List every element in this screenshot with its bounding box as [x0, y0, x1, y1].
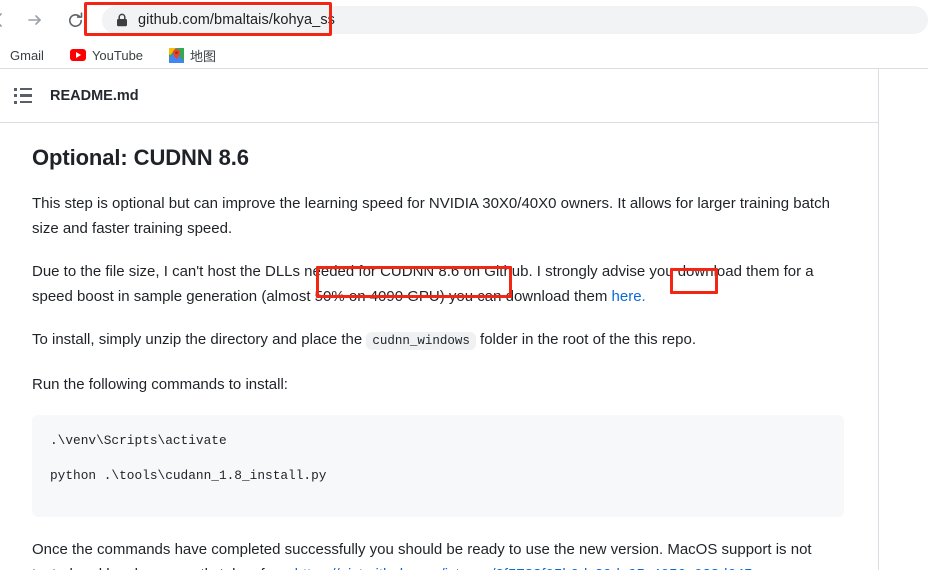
inline-code-cudnn-windows: cudnn_windows: [366, 332, 476, 350]
forward-arrow-icon: [28, 15, 41, 25]
back-button[interactable]: [0, 5, 14, 35]
file-header: README.md: [0, 69, 878, 123]
here-link[interactable]: here.: [612, 288, 646, 305]
outline-list-icon[interactable]: [14, 87, 32, 104]
paragraph-final: Once the commands have completed success…: [32, 537, 844, 570]
paragraph-install-text-before: To install, simply unzip the directory a…: [32, 331, 367, 348]
paragraph-intro: This step is optional but can improve th…: [32, 195, 830, 237]
google-maps-icon: [169, 47, 185, 63]
paragraph-install-text-after: folder in the root of the this repo.: [475, 331, 697, 348]
bookmark-youtube-label: YouTube: [91, 47, 144, 63]
browser-window: github.com/bmaltais/kohya_ss Gmail YouTu…: [0, 0, 928, 570]
lock-icon[interactable]: [116, 13, 128, 27]
address-bar[interactable]: github.com/bmaltais/kohya_ss: [102, 6, 928, 34]
youtube-icon: [69, 49, 86, 61]
paragraph-download: Due to the file size, I can't host the D…: [32, 259, 844, 309]
code-block[interactable]: .\venv\Scripts\activate python .\tools\c…: [32, 415, 844, 517]
address-bar-url[interactable]: github.com/bmaltais/kohya_ss: [138, 12, 335, 28]
bookmark-gmail-label: Gmail: [10, 47, 44, 63]
bookmark-youtube[interactable]: YouTube: [64, 46, 149, 65]
readme-body: Optional: CUDNN 8.6 This step is optiona…: [0, 123, 878, 570]
browser-toolbar: github.com/bmaltais/kohya_ss: [0, 0, 928, 40]
paragraph-commands-intro: Run the following commands to install:: [32, 376, 288, 393]
code-line-install: python .\tools\cudann_1.8_install.py: [50, 468, 327, 483]
gpu-speed-note: (almost 50% on 4090 GPU): [261, 288, 445, 305]
file-name: README.md: [50, 87, 139, 104]
omnibox-container: github.com/bmaltais/kohya_ss: [102, 6, 928, 34]
back-arrow-icon: [0, 13, 2, 27]
paragraph-download-text-middle: you can download them: [444, 288, 612, 305]
reload-icon: [68, 11, 82, 27]
bookmark-gmail[interactable]: Gmail: [4, 46, 50, 65]
reload-button[interactable]: [60, 5, 90, 35]
section-heading: Optional: CUDNN 8.6: [32, 145, 249, 170]
bookmark-maps[interactable]: 地图: [163, 44, 222, 67]
code-line-activate: .\venv\Scripts\activate: [50, 433, 227, 448]
paragraph-install: To install, simply unzip the directory a…: [32, 327, 844, 354]
bookmark-maps-label: 地图: [190, 48, 217, 64]
page-content: README.md Optional: CUDNN 8.6 This step …: [0, 69, 879, 570]
gist-link[interactable]: https://gist.github.com/jstayco/9f5733f0…: [295, 566, 753, 570]
forward-button[interactable]: [20, 5, 50, 35]
bookmarks-bar: Gmail YouTube 地图: [0, 42, 928, 68]
